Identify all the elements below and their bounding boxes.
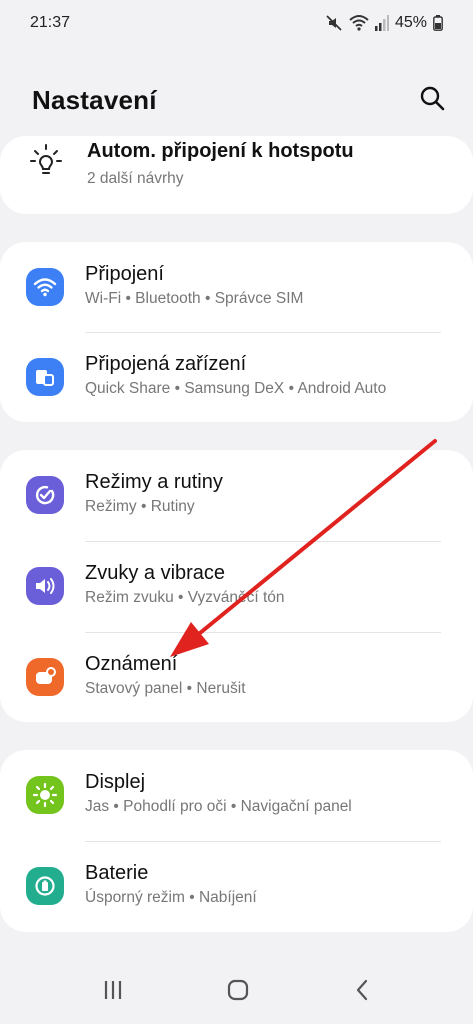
home-button[interactable] [226, 978, 250, 1007]
settings-item-battery[interactable]: Baterie Úsporný režim • Nabíjení [0, 841, 473, 931]
settings-item-sub: Jas • Pohodlí pro oči • Navigační panel [85, 798, 352, 815]
wifi-icon [26, 268, 64, 306]
page-title: Nastavení [32, 84, 157, 115]
settings-item-sub: Stavový panel • Nerušit [85, 680, 246, 697]
suggestion-title: Autom. připojení k hotspotu [87, 140, 354, 162]
settings-item-label: Režimy a rutiny [85, 471, 223, 493]
settings-item-label: Baterie [85, 862, 149, 884]
settings-item-label: Připojení [85, 263, 164, 285]
battery-icon [26, 867, 64, 905]
settings-item-sounds-vibration[interactable]: Zvuky a vibrace Režim zvuku • Vyzváněcí … [0, 541, 473, 631]
sun-icon [26, 776, 64, 814]
settings-group-3: Displej Jas • Pohodlí pro oči • Navigačn… [0, 750, 473, 932]
mute-icon [325, 14, 343, 32]
recent-apps-button[interactable] [101, 979, 125, 1006]
settings-item-notifications[interactable]: Oznámení Stavový panel • Nerušit [0, 632, 473, 722]
settings-item-label: Oznámení [85, 653, 178, 675]
lightbulb-icon [30, 143, 62, 182]
navigation-bar [0, 960, 473, 1024]
suggestion-card[interactable]: Autom. připojení k hotspotu 2 další návr… [0, 136, 473, 214]
back-button[interactable] [352, 978, 372, 1007]
modes-check-icon [26, 476, 64, 514]
settings-item-sub: Wi-Fi • Bluetooth • Správce SIM [85, 290, 304, 307]
volume-icon [26, 567, 64, 605]
suggestion-subtitle: 2 další návrhy [87, 170, 184, 187]
settings-item-label: Připojená zařízení [85, 353, 247, 375]
settings-item-connected-devices[interactable]: Připojená zařízení Quick Share • Samsung… [0, 332, 473, 422]
settings-item-sub: Režim zvuku • Vyzváněcí tón [85, 589, 285, 606]
signal-icon [374, 15, 389, 31]
battery-percent: 45% [394, 14, 427, 31]
settings-group-2: Režimy a rutiny Režimy • Rutiny Zvuky a … [0, 450, 473, 722]
battery-status-icon [433, 15, 443, 31]
settings-item-sub: Režimy • Rutiny [85, 498, 195, 515]
settings-item-display[interactable]: Displej Jas • Pohodlí pro oči • Navigačn… [0, 750, 473, 840]
wifi-status-icon [349, 14, 369, 32]
devices-icon [26, 358, 64, 396]
status-icons: 45% [325, 14, 443, 32]
status-bar: 21:37 45% [0, 0, 473, 46]
settings-item-label: Zvuky a vibrace [85, 562, 226, 584]
status-time: 21:37 [30, 14, 71, 31]
settings-group-1: Připojení Wi-Fi • Bluetooth • Správce SI… [0, 242, 473, 422]
search-icon[interactable] [419, 85, 445, 116]
notification-icon [26, 658, 64, 696]
settings-item-connections[interactable]: Připojení Wi-Fi • Bluetooth • Správce SI… [0, 242, 473, 332]
settings-item-modes-routines[interactable]: Režimy a rutiny Režimy • Rutiny [0, 450, 473, 540]
header: Nastavení [0, 76, 473, 124]
settings-item-sub: Quick Share • Samsung DeX • Android Auto [85, 380, 387, 397]
settings-item-sub: Úsporný režim • Nabíjení [85, 889, 257, 906]
settings-item-label: Displej [85, 771, 146, 793]
